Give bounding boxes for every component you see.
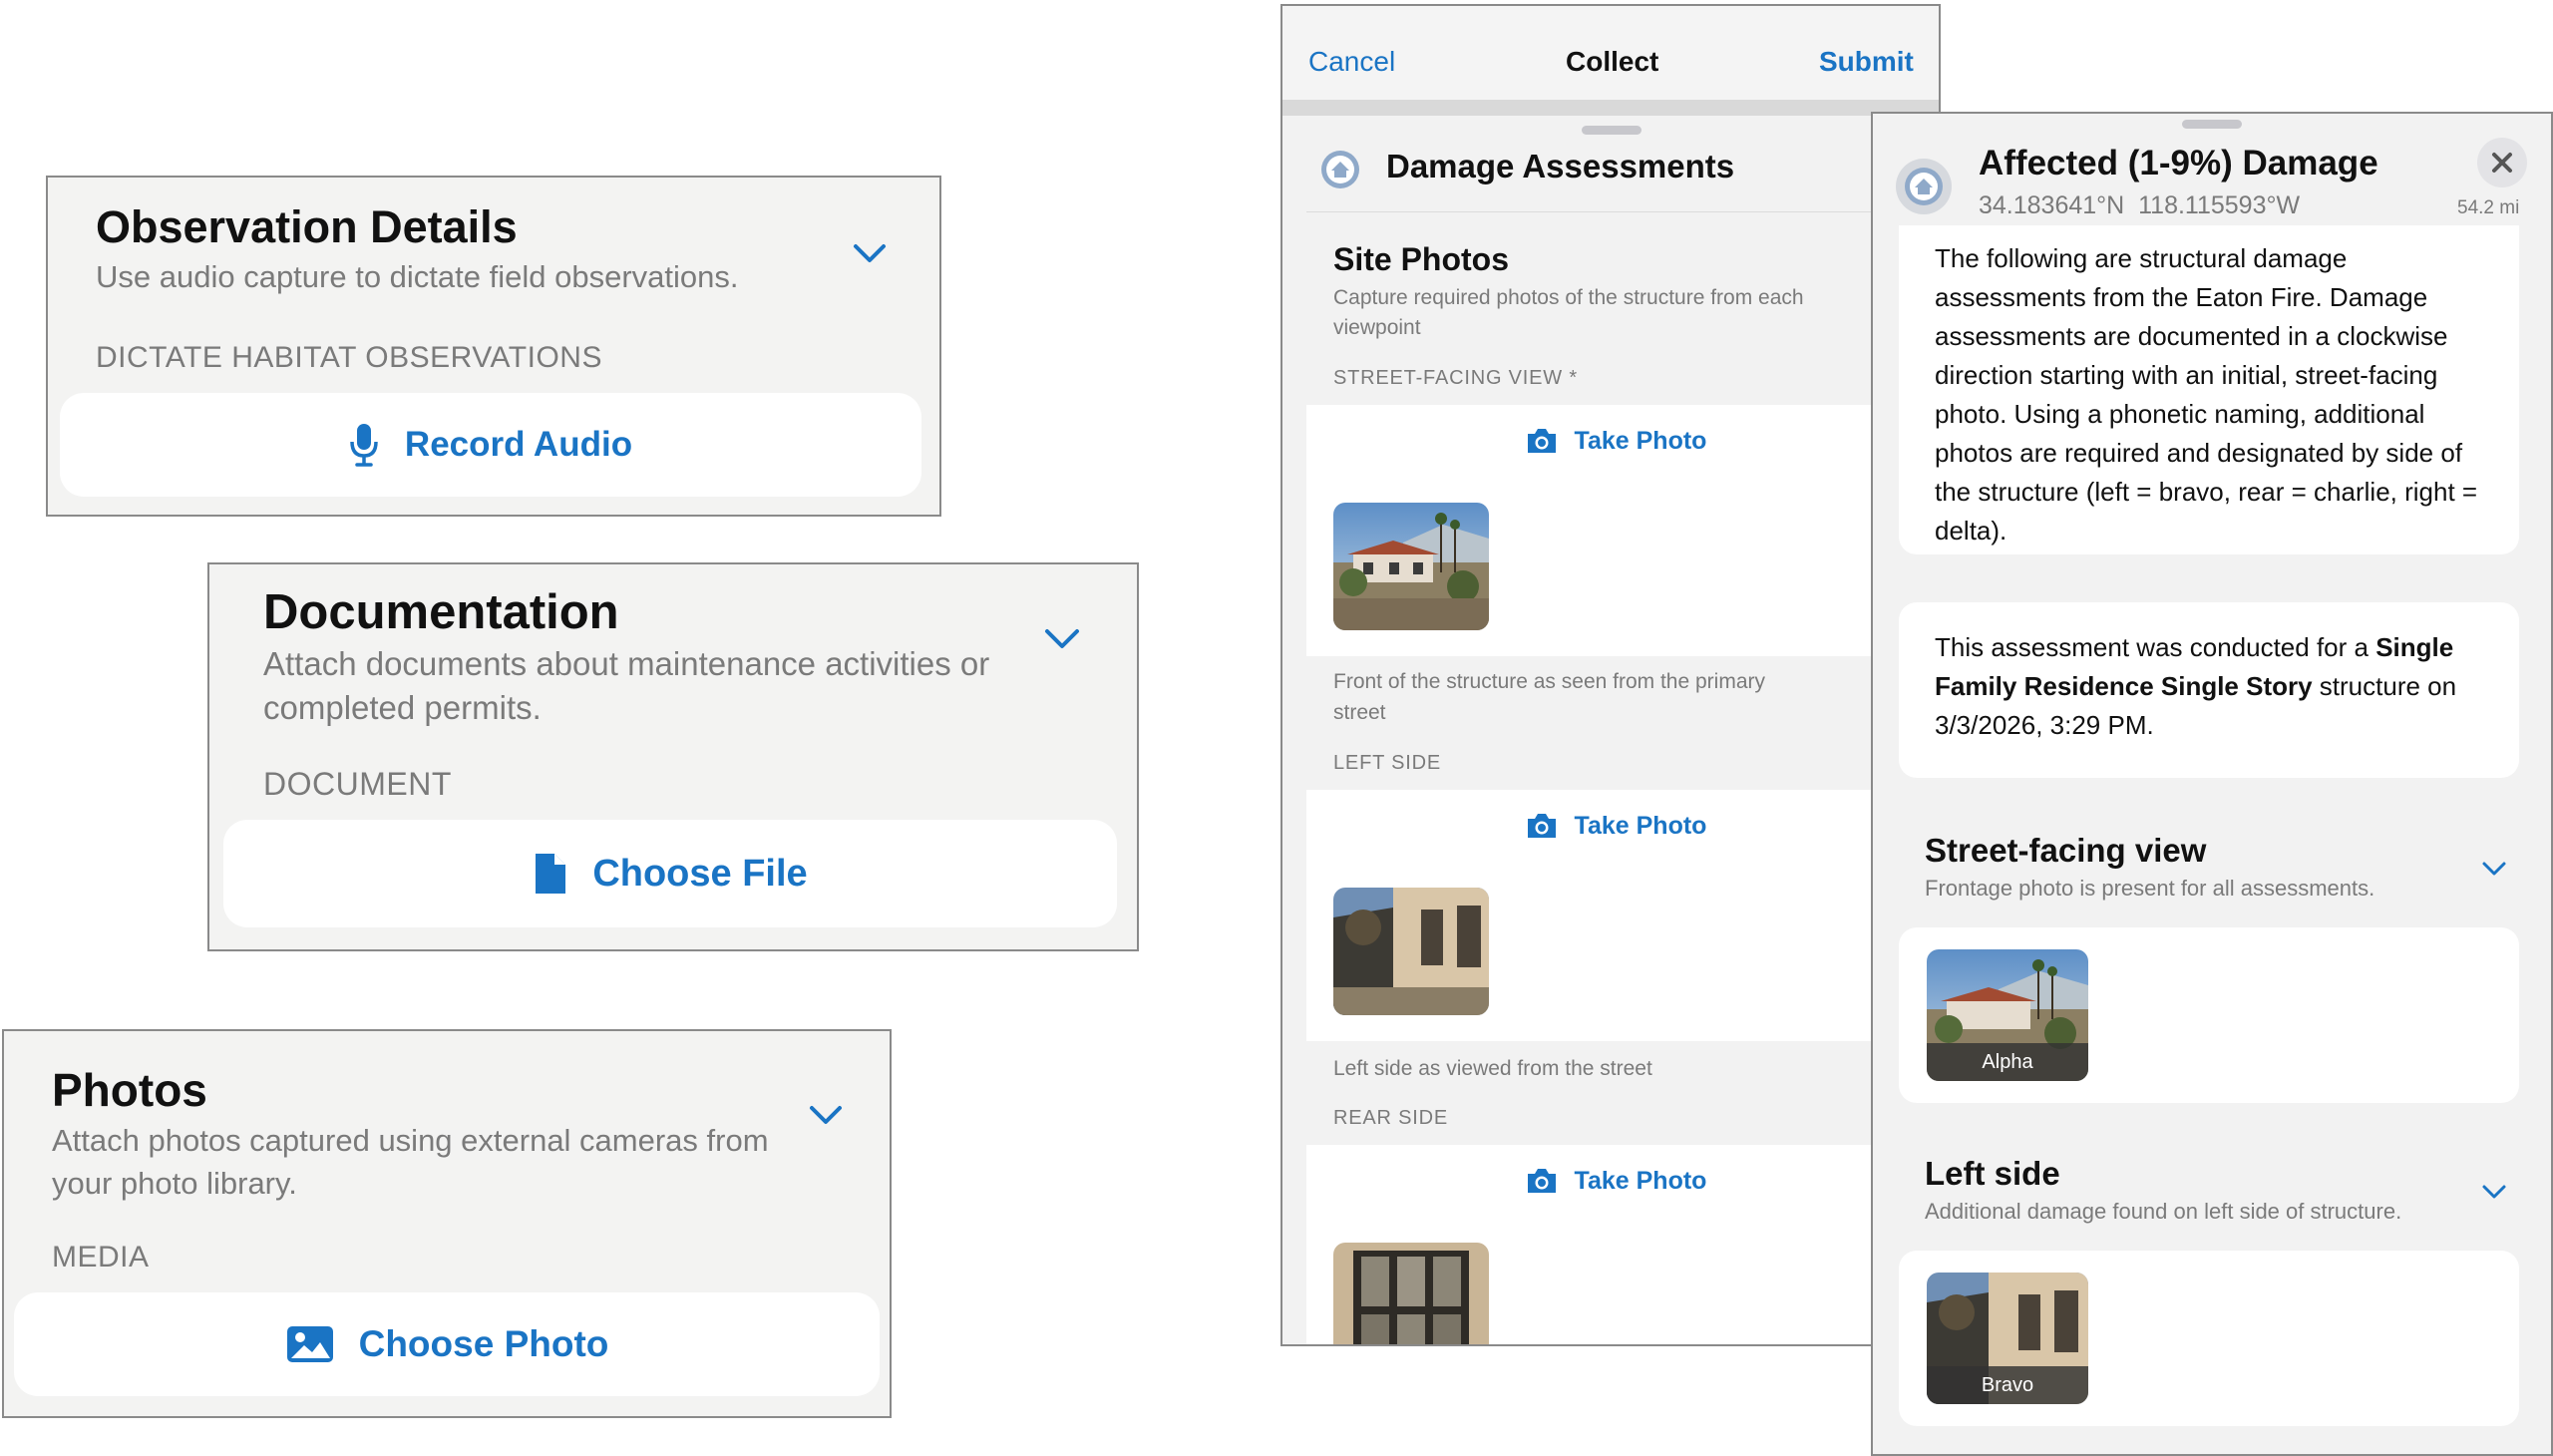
choose-file-button[interactable]: Choose File: [223, 820, 1117, 927]
take-photo-button-street[interactable]: Take Photo: [1306, 405, 1925, 478]
photo-row: [1306, 477, 1925, 656]
popup-screen: Affected (1-9%) Damage 34.183641°N 118.1…: [1871, 112, 2553, 1456]
chevron-down-icon[interactable]: [1043, 626, 1081, 652]
section-subtitle: Attach documents about maintenance activ…: [263, 645, 990, 726]
observation-details-card: Observation Details Use audio capture to…: [46, 176, 941, 517]
description-text: The following are structural damage asse…: [1935, 243, 2478, 546]
divider: [1306, 211, 1939, 212]
submit-button[interactable]: Submit: [1819, 46, 1914, 78]
rear-side-photo-thumbnail[interactable]: [1333, 1243, 1489, 1344]
group-photos-left: Bravo: [1899, 1251, 2519, 1426]
choose-file-label: Choose File: [592, 852, 808, 895]
photos-card: Photos Attach photos captured using exte…: [2, 1029, 892, 1418]
chevron-down-icon[interactable]: [808, 1103, 844, 1127]
documentation-card: Documentation Attach documents about mai…: [207, 562, 1139, 951]
summary-prefix: This assessment was conducted for a: [1935, 632, 2376, 662]
photo-tile-label: Alpha: [1927, 1043, 2088, 1081]
chevron-down-icon[interactable]: [2481, 1183, 2507, 1201]
camera-icon: [1527, 429, 1556, 453]
popup-coordinates: 34.183641°N 118.115593°W: [1979, 191, 2301, 219]
section-subtitle: Use audio capture to dictate field obser…: [96, 259, 739, 294]
section-title: Site Photos: [1333, 241, 1510, 277]
close-button[interactable]: [2477, 138, 2527, 187]
close-icon: [2492, 153, 2512, 173]
form-sheet: Damage Assessments Site Photos Capture r…: [1282, 116, 1939, 1344]
photo-tile-label: Bravo: [1927, 1366, 2088, 1404]
photo-tile-bravo[interactable]: Bravo: [1927, 1273, 2088, 1404]
sheet-grabber[interactable]: [1582, 126, 1641, 135]
section-title: Observation Details: [96, 201, 518, 252]
field-label: DICTATE HABITAT OBSERVATIONS: [96, 341, 602, 374]
field-label: DOCUMENT: [263, 766, 452, 802]
chevron-down-icon[interactable]: [2481, 860, 2507, 878]
left-side-photo-thumbnail[interactable]: [1333, 888, 1489, 1015]
distance-label: 54.2 mi: [2457, 197, 2520, 218]
photo-tile-alpha[interactable]: Alpha: [1927, 949, 2088, 1081]
choose-photo-label: Choose Photo: [358, 1323, 609, 1364]
collect-form-screen: Cancel Collect Submit Damage Assessments…: [1280, 4, 1941, 1346]
layer-house-icon: [1896, 159, 1952, 214]
layer-title: Damage Assessments: [1386, 148, 1735, 184]
cancel-button[interactable]: Cancel: [1308, 46, 1395, 78]
field-caption-street: Front of the structure as seen from the …: [1333, 670, 1766, 724]
group-subtitle-left: Additional damage found on left side of …: [1925, 1199, 2402, 1224]
camera-icon: [1527, 814, 1556, 838]
group-photos-street: Alpha: [1899, 927, 2519, 1103]
field-caption-left: Left side as viewed from the street: [1333, 1057, 1652, 1080]
field-label-street: STREET-FACING VIEW *: [1333, 367, 1578, 389]
take-photo-label: Take Photo: [1574, 1166, 1707, 1195]
section-title: Documentation: [263, 585, 619, 639]
map-strip: [1282, 100, 1939, 116]
popup-title: Affected (1-9%) Damage: [1979, 144, 2378, 182]
document-icon: [536, 854, 566, 894]
choose-photo-button[interactable]: Choose Photo: [14, 1292, 880, 1396]
take-photo-button-left[interactable]: Take Photo: [1306, 790, 1925, 863]
group-title-left[interactable]: Left side: [1925, 1155, 2060, 1193]
field-label-rear: REAR SIDE: [1333, 1107, 1449, 1129]
take-photo-label: Take Photo: [1574, 426, 1707, 455]
street-photo-thumbnail[interactable]: [1333, 503, 1489, 630]
description-card: The following are structural damage asse…: [1899, 225, 2519, 554]
field-label: MEDIA: [52, 1241, 150, 1274]
field-label-left: LEFT SIDE: [1333, 752, 1441, 774]
summary-card: This assessment was conducted for a Sing…: [1899, 602, 2519, 778]
photo-row: [1306, 1217, 1925, 1344]
take-photo-label: Take Photo: [1574, 811, 1707, 840]
section-title: Photos: [52, 1064, 207, 1116]
sheet-grabber[interactable]: [2182, 120, 2242, 129]
group-subtitle-street: Frontage photo is present for all assess…: [1925, 876, 2375, 901]
section-subtitle: Capture required photos of the structure…: [1333, 286, 1804, 339]
section-subtitle: Attach photos captured using external ca…: [52, 1123, 769, 1201]
nav-title: Collect: [1566, 46, 1659, 77]
photo-row: [1306, 862, 1925, 1041]
take-photo-button-rear[interactable]: Take Photo: [1306, 1145, 1925, 1218]
navigation-bar: Cancel Collect Submit: [1282, 6, 1939, 116]
record-audio-button[interactable]: Record Audio: [60, 393, 921, 497]
record-audio-label: Record Audio: [404, 425, 633, 464]
layer-house-icon: [1321, 151, 1359, 188]
summary-text: This assessment was conducted for a Sing…: [1935, 628, 2493, 745]
camera-icon: [1527, 1169, 1556, 1193]
microphone-icon: [350, 424, 378, 467]
group-title-street[interactable]: Street-facing view: [1925, 832, 2206, 870]
photo-icon: [286, 1326, 333, 1362]
chevron-down-icon[interactable]: [852, 241, 888, 265]
